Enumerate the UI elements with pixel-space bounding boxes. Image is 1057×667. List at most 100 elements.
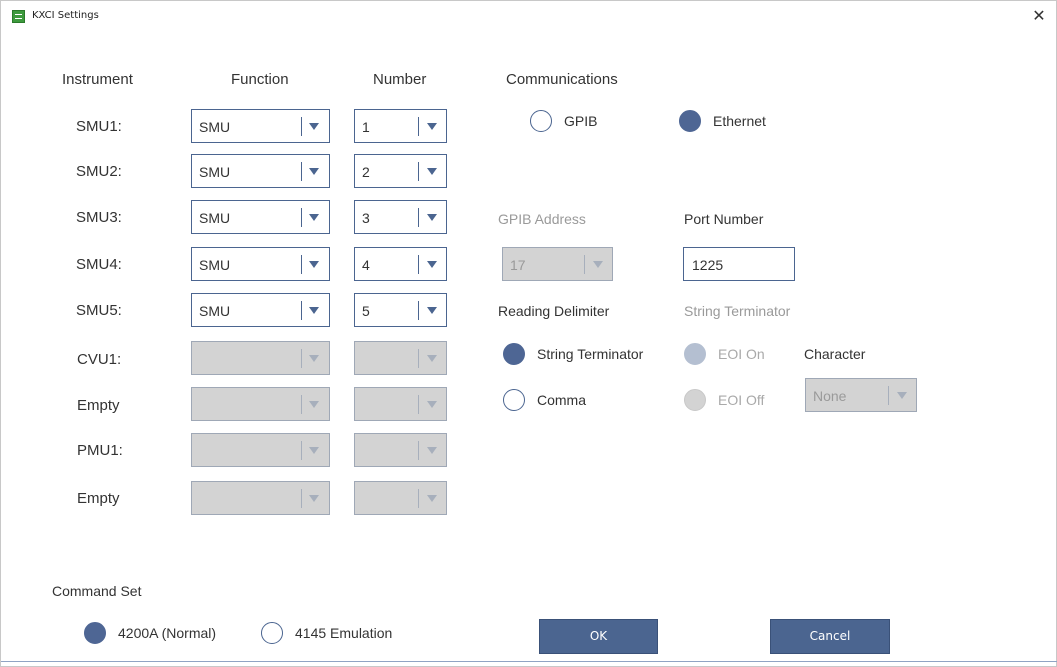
string-terminator-radio[interactable] xyxy=(503,343,525,365)
instrument-label-cvu1: CVU1: xyxy=(77,351,122,368)
bottom-divider xyxy=(1,661,1057,662)
function-value: SMU xyxy=(199,119,231,135)
chevron-down-icon xyxy=(427,307,437,314)
function-select-smu4[interactable]: SMU xyxy=(191,247,330,281)
number-select-cvu1 xyxy=(354,341,447,375)
divider xyxy=(418,301,419,320)
command-set-label: Command Set xyxy=(52,583,142,599)
emulation-4145-radio[interactable] xyxy=(261,622,283,644)
divider xyxy=(301,117,302,136)
number-select-empty-1 xyxy=(354,387,447,421)
chevron-down-icon xyxy=(427,261,437,268)
divider xyxy=(301,301,302,320)
function-select-smu5[interactable]: SMU xyxy=(191,293,330,327)
gpib-address-value: 17 xyxy=(510,257,526,273)
ethernet-radio-label[interactable]: Ethernet xyxy=(713,113,766,129)
character-select: None xyxy=(805,378,917,412)
function-header: Function xyxy=(231,71,289,88)
title-bar: KXCI Settings ✕ xyxy=(1,1,1056,31)
divider xyxy=(301,208,302,227)
function-value: SMU xyxy=(199,210,231,226)
instrument-header: Instrument xyxy=(62,71,133,88)
character-label: Character xyxy=(804,346,866,362)
port-number-value: 1225 xyxy=(692,257,724,273)
divider xyxy=(888,386,889,405)
divider xyxy=(418,255,419,274)
function-select-cvu1 xyxy=(191,341,330,375)
instrument-label-smu1: SMU1: xyxy=(76,118,122,135)
divider xyxy=(584,255,585,274)
instrument-label-empty-1: Empty xyxy=(77,397,120,414)
port-number-label: Port Number xyxy=(684,211,764,227)
divider xyxy=(418,349,419,368)
ethernet-radio[interactable] xyxy=(679,110,701,132)
instrument-label-smu4: SMU4: xyxy=(76,256,122,273)
chevron-down-icon xyxy=(427,447,437,454)
cancel-button[interactable]: Cancel xyxy=(770,619,890,654)
divider xyxy=(418,208,419,227)
number-value: 4 xyxy=(362,257,370,273)
number-select-smu2[interactable]: 2 xyxy=(354,154,447,188)
number-select-smu1[interactable]: 1 xyxy=(354,109,447,143)
ok-button[interactable]: OK xyxy=(539,619,658,654)
chevron-down-icon xyxy=(309,214,319,221)
close-icon[interactable]: ✕ xyxy=(1030,7,1048,25)
divider xyxy=(301,162,302,181)
instrument-label-smu3: SMU3: xyxy=(76,209,122,226)
function-select-smu3[interactable]: SMU xyxy=(191,200,330,234)
number-select-smu4[interactable]: 4 xyxy=(354,247,447,281)
gpib-radio[interactable] xyxy=(530,110,552,132)
chevron-down-icon xyxy=(309,261,319,268)
normal-4200a-radio-label[interactable]: 4200A (Normal) xyxy=(118,625,216,641)
app-grid-icon xyxy=(12,10,25,23)
comma-radio-label[interactable]: Comma xyxy=(537,392,586,408)
character-value: None xyxy=(813,388,847,404)
chevron-down-icon xyxy=(309,447,319,454)
number-select-empty-2 xyxy=(354,481,447,515)
divider xyxy=(418,489,419,508)
communications-header: Communications xyxy=(506,71,618,88)
function-select-empty-1 xyxy=(191,387,330,421)
number-value: 1 xyxy=(362,119,370,135)
number-select-smu5[interactable]: 5 xyxy=(354,293,447,327)
number-header: Number xyxy=(373,71,427,88)
number-value: 5 xyxy=(362,303,370,319)
divider xyxy=(301,441,302,460)
function-select-smu1[interactable]: SMU xyxy=(191,109,330,143)
function-value: SMU xyxy=(199,257,231,273)
chevron-down-icon xyxy=(309,495,319,502)
eoi-off-radio-label: EOI Off xyxy=(718,392,765,408)
emulation-4145-radio-label[interactable]: 4145 Emulation xyxy=(295,625,392,641)
gpib-address-label: GPIB Address xyxy=(498,211,586,227)
string-terminator-label: String Terminator xyxy=(684,303,791,319)
instrument-label-smu5: SMU5: xyxy=(76,302,122,319)
chevron-down-icon xyxy=(897,392,907,399)
number-value: 2 xyxy=(362,164,370,180)
chevron-down-icon xyxy=(309,355,319,362)
divider xyxy=(418,162,419,181)
comma-radio[interactable] xyxy=(503,389,525,411)
chevron-down-icon xyxy=(427,214,437,221)
chevron-down-icon xyxy=(427,123,437,130)
function-value: SMU xyxy=(199,164,231,180)
divider xyxy=(301,395,302,414)
divider xyxy=(301,255,302,274)
gpib-radio-label[interactable]: GPIB xyxy=(564,113,597,129)
function-value: SMU xyxy=(199,303,231,319)
divider xyxy=(301,349,302,368)
function-select-empty-2 xyxy=(191,481,330,515)
window-title: KXCI Settings xyxy=(32,10,99,21)
instrument-label-empty-2: Empty xyxy=(77,490,120,507)
number-select-pmu1 xyxy=(354,433,447,467)
function-select-smu2[interactable]: SMU xyxy=(191,154,330,188)
port-number-input[interactable]: 1225 xyxy=(683,247,795,281)
eoi-on-radio-label: EOI On xyxy=(718,346,765,362)
divider xyxy=(418,395,419,414)
string-terminator-radio-label[interactable]: String Terminator xyxy=(537,346,643,362)
chevron-down-icon xyxy=(427,495,437,502)
number-select-smu3[interactable]: 3 xyxy=(354,200,447,234)
gpib-address-select: 17 xyxy=(502,247,613,281)
normal-4200a-radio[interactable] xyxy=(84,622,106,644)
kxci-settings-dialog: KXCI Settings ✕ Instrument Function Numb… xyxy=(0,0,1057,667)
eoi-off-radio xyxy=(684,389,706,411)
